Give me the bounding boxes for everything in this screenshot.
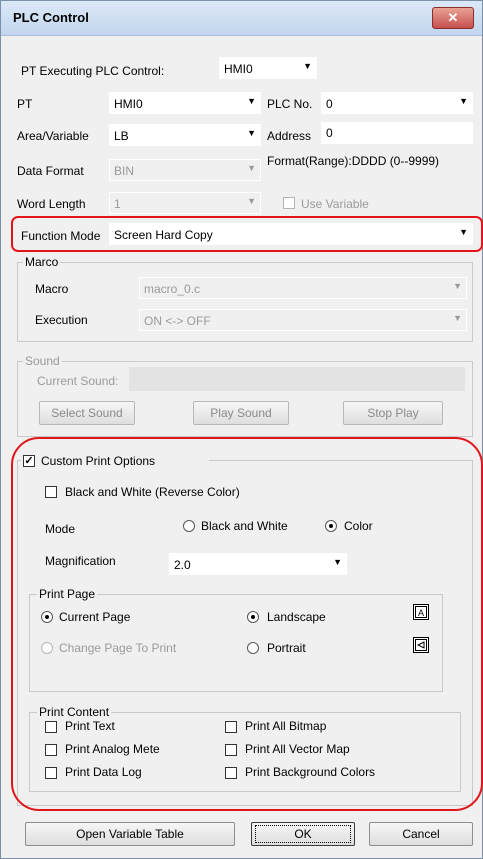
- word-length-select[interactable]: 1 ▼: [109, 192, 261, 214]
- current-page-label: Current Page: [59, 610, 131, 624]
- sound-group-title: Sound: [23, 354, 62, 368]
- print-analog-mete-checkbox[interactable]: [45, 744, 57, 756]
- custom-print-label: Custom Print Options: [41, 454, 156, 468]
- print-vector-map-label: Print All Vector Map: [245, 742, 350, 756]
- landscape-label: Landscape: [267, 610, 326, 624]
- portrait-label: Portrait: [267, 641, 306, 655]
- macro-group-title: Marco: [23, 255, 61, 269]
- chevron-down-icon: ▼: [247, 96, 256, 106]
- current-sound-label: Current Sound:: [37, 374, 119, 388]
- chevron-down-icon: ▼: [247, 128, 256, 138]
- chevron-down-icon: ▼: [459, 227, 468, 237]
- plc-no-label: PLC No.: [267, 97, 313, 111]
- svg-text:A: A: [418, 608, 424, 618]
- plc-no-select[interactable]: 0 ▼: [321, 92, 473, 114]
- ok-button-label: OK: [255, 825, 351, 843]
- use-variable-checkbox[interactable]: [283, 197, 295, 209]
- pt-select[interactable]: HMI0 ▼: [109, 92, 261, 114]
- portrait-radio[interactable]: [247, 642, 259, 654]
- function-mode-label: Function Mode: [21, 229, 101, 243]
- print-data-log-checkbox[interactable]: [45, 767, 57, 779]
- word-length-label: Word Length: [17, 197, 86, 211]
- print-all-bitmap-label: Print All Bitmap: [245, 719, 327, 733]
- word-length-value: 1: [114, 197, 121, 211]
- print-data-log-label: Print Data Log: [65, 765, 142, 779]
- magnification-label: Magnification: [45, 554, 116, 568]
- address-label: Address: [267, 129, 312, 143]
- chevron-down-icon: ▼: [247, 163, 256, 173]
- data-format-select[interactable]: BIN ▼: [109, 159, 261, 181]
- print-vector-map-checkbox[interactable]: [225, 744, 237, 756]
- area-label: Area/Variable: [17, 129, 89, 143]
- bw-reverse-label: Black and White (Reverse Color): [65, 485, 240, 499]
- pt-exec-select[interactable]: HMI0 ▼: [219, 57, 317, 79]
- window-title: PLC Control: [13, 10, 89, 25]
- select-sound-button[interactable]: Select Sound: [39, 401, 135, 425]
- address-input[interactable]: 0: [321, 122, 473, 144]
- print-text-checkbox[interactable]: [45, 721, 57, 733]
- use-variable-label: Use Variable: [301, 197, 369, 211]
- bw-reverse-checkbox[interactable]: [45, 486, 57, 498]
- chevron-down-icon: ▼: [453, 313, 462, 323]
- mode-color-label: Color: [344, 519, 373, 533]
- print-text-label: Print Text: [65, 719, 115, 733]
- print-background-colors-label: Print Background Colors: [245, 765, 376, 779]
- chevron-down-icon: ▼: [247, 196, 256, 206]
- current-page-radio[interactable]: [41, 611, 53, 623]
- mode-color-radio[interactable]: [325, 520, 337, 532]
- open-variable-table-button[interactable]: Open Variable Table: [25, 822, 235, 846]
- address-value: 0: [326, 126, 333, 140]
- plc-no-value: 0: [326, 97, 333, 111]
- chevron-down-icon: ▼: [303, 61, 312, 71]
- print-analog-mete-label: Print Analog Mete: [65, 742, 160, 756]
- print-background-colors-checkbox[interactable]: [225, 767, 237, 779]
- function-mode-value: Screen Hard Copy: [114, 228, 213, 242]
- data-format-value: BIN: [114, 164, 135, 178]
- execution-select[interactable]: ON <-> OFF ▼: [139, 309, 467, 331]
- macro-label: Macro: [35, 282, 69, 296]
- data-format-label: Data Format: [17, 164, 84, 178]
- magnification-select[interactable]: 2.0 ▼: [169, 553, 347, 575]
- area-select[interactable]: LB ▼: [109, 124, 261, 146]
- macro-value: macro_0.c: [144, 282, 201, 296]
- print-all-bitmap-checkbox[interactable]: [225, 721, 237, 733]
- pt-value: HMI0: [114, 97, 143, 111]
- pt-exec-value: HMI0: [224, 62, 253, 76]
- cancel-button[interactable]: Cancel: [369, 822, 473, 846]
- execution-label: Execution: [35, 313, 88, 327]
- landscape-radio[interactable]: [247, 611, 259, 623]
- play-sound-button[interactable]: Play Sound: [193, 401, 289, 425]
- stop-play-button[interactable]: Stop Play: [343, 401, 443, 425]
- chevron-down-icon: ▼: [453, 281, 462, 291]
- chevron-down-icon: ▼: [333, 557, 342, 567]
- change-page-label: Change Page To Print: [59, 641, 177, 655]
- ok-button[interactable]: OK: [251, 822, 355, 846]
- mode-bw-radio[interactable]: [183, 520, 195, 532]
- execution-value: ON <-> OFF: [144, 314, 211, 328]
- custom-print-checkbox[interactable]: ✓: [23, 455, 35, 467]
- landscape-orientation-icon: A: [413, 604, 429, 620]
- pt-label: PT: [17, 97, 33, 111]
- title-bar: PLC Control ✕: [1, 1, 482, 36]
- close-button[interactable]: ✕: [432, 7, 474, 29]
- plc-control-dialog: PLC Control ✕ PT Executing PLC Control: …: [0, 0, 483, 859]
- function-mode-select[interactable]: Screen Hard Copy ▼: [109, 223, 473, 245]
- portrait-orientation-icon: [413, 637, 429, 653]
- area-value: LB: [114, 129, 129, 143]
- format-range-text: Format(Range):DDDD (0--9999): [267, 154, 440, 168]
- mode-bw-label: Black and White: [201, 519, 288, 533]
- chevron-down-icon: ▼: [459, 96, 468, 106]
- print-content-title: Print Content: [37, 705, 112, 719]
- mode-label: Mode: [45, 522, 76, 536]
- print-page-title: Print Page: [37, 587, 98, 601]
- magnification-value: 2.0: [174, 558, 191, 572]
- pt-exec-label: PT Executing PLC Control:: [21, 64, 165, 78]
- macro-select[interactable]: macro_0.c ▼: [139, 277, 467, 299]
- current-sound-field: [129, 367, 465, 391]
- change-page-radio[interactable]: [41, 642, 53, 654]
